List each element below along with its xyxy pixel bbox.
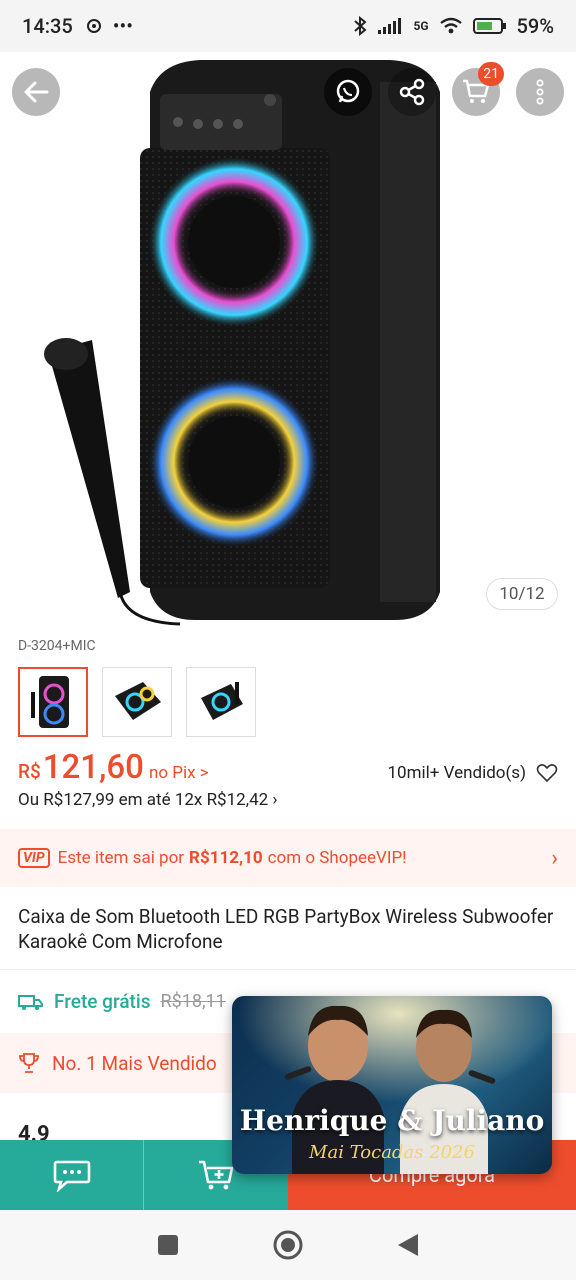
installment-info[interactable]: Ou R$127,99 em até 12x R$12,42 ›	[18, 790, 278, 810]
network-type: 5G	[413, 19, 429, 33]
whatsapp-share-button[interactable]	[324, 68, 372, 116]
system-nav-bar	[0, 1210, 576, 1280]
speaker-side-thumb	[201, 682, 243, 720]
status-left-icons: •••	[85, 14, 133, 38]
vip-text-before: Este item sai por	[57, 848, 185, 868]
status-bar: 14:35 ••• 5G 59%	[0, 0, 576, 52]
divider	[0, 969, 576, 970]
image-counter: 10/12	[486, 578, 558, 610]
back-nav-icon[interactable]	[396, 1232, 420, 1258]
variant-code: D-3204+MIC	[18, 638, 96, 654]
more-vertical-icon	[536, 79, 544, 105]
signal-icon	[378, 18, 402, 34]
heart-icon[interactable]	[536, 763, 558, 783]
recents-icon[interactable]	[156, 1233, 180, 1257]
chat-button[interactable]	[0, 1140, 144, 1210]
back-button[interactable]	[12, 68, 60, 116]
share-button[interactable]	[388, 68, 436, 116]
share-icon	[399, 78, 425, 106]
cart-count-badge: 21	[478, 62, 504, 86]
bluetooth-icon	[354, 16, 367, 36]
cart-button[interactable]: 21	[452, 62, 504, 116]
old-shipping-price: R$18,11	[160, 991, 226, 1012]
add-cart-icon	[199, 1160, 234, 1190]
vip-promo-bar[interactable]: VIP Este item sai por R$112,10 com o Sho…	[0, 829, 576, 887]
price-row: R$ 121,60 no Pix > 10mil+ Vendido(s)	[18, 748, 558, 787]
speaker-angle-thumb	[115, 682, 161, 720]
vip-text-after: com o ShopeeVIP!	[267, 848, 407, 868]
price-currency: R$	[18, 760, 41, 783]
product-title: Caixa de Som Bluetooth LED RGB PartyBox …	[18, 905, 554, 953]
home-icon[interactable]	[272, 1229, 304, 1261]
vip-price: R$112,10	[189, 848, 263, 868]
vip-tag: VIP	[18, 848, 50, 868]
sold-text: 10mil+ Vendido(s)	[387, 763, 526, 783]
battery-percent: 59%	[516, 14, 554, 38]
variant-thumbnails	[18, 667, 256, 737]
whatsapp-icon	[336, 79, 360, 103]
chevron-right-icon: ›	[551, 845, 558, 871]
variant-thumb-3[interactable]	[186, 667, 256, 737]
status-right: 5G 59%	[353, 14, 554, 38]
chat-icon	[53, 1160, 90, 1192]
more-options-button[interactable]	[516, 68, 564, 116]
more-dots: •••	[112, 14, 133, 38]
status-time: 14:35	[22, 14, 73, 38]
arrow-left-icon	[24, 81, 49, 103]
variant-thumb-2[interactable]	[102, 667, 172, 737]
best-seller-text: No. 1 Mais Vendido	[52, 1051, 217, 1075]
speaker-product-image	[44, 60, 440, 626]
truck-icon	[18, 994, 43, 1010]
sold-count: 10mil+ Vendido(s)	[387, 763, 558, 783]
variant-thumb-1[interactable]	[18, 667, 88, 737]
shipping-row[interactable]: Frete grátis R$18,11	[18, 990, 226, 1013]
notification-icon	[86, 19, 101, 33]
floating-video-ad[interactable]: Henrique & Juliano Mai Tocadas 2026	[232, 996, 552, 1174]
product-image-gallery[interactable]: 21	[0, 52, 576, 630]
product-page: 14:35 ••• 5G 59% 21 10/12 D-3204+MIC R$ …	[0, 0, 576, 1280]
video-subtitle: Mai Tocadas 2026	[309, 1142, 475, 1163]
battery-icon	[472, 18, 506, 34]
price-value: 121,60	[42, 748, 144, 787]
pix-price-link[interactable]: no Pix >	[149, 763, 209, 783]
free-shipping-label: Frete grátis	[54, 990, 151, 1013]
wifi-icon	[439, 17, 462, 34]
speaker-front-thumb	[31, 676, 69, 728]
trophy-icon	[19, 1053, 39, 1073]
video-title: Henrique & Juliano	[239, 1104, 545, 1137]
